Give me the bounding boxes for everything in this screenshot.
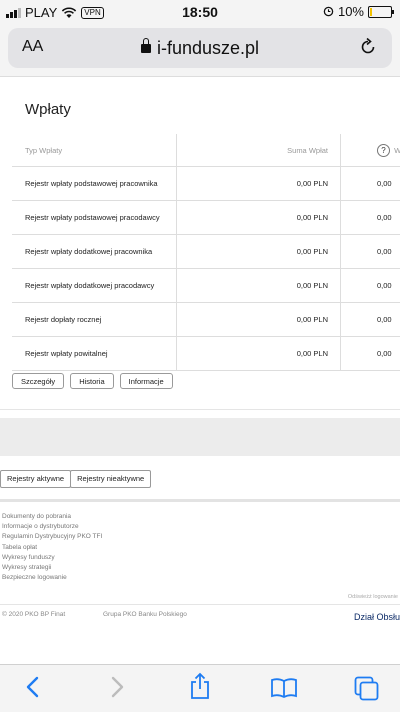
payment-next-cell: 0,00 [341, 269, 400, 303]
payment-next-cell: 0,00 [341, 337, 400, 371]
url-display[interactable]: i-fundusze.pl [8, 38, 392, 59]
payment-next-cell: 0,00 [341, 201, 400, 235]
footer-link[interactable]: Informacje o dystrybutorze [2, 522, 102, 532]
refresh-login-link[interactable]: Odświeżż logowanie [348, 594, 398, 600]
payment-type-cell: Rejestr dopłaty rocznej [12, 303, 177, 337]
copyright-text: © 2020 PKO BP Finat [2, 611, 65, 618]
footer-link[interactable]: Wykresy strategii [2, 563, 102, 573]
status-bar: PLAY VPN 18:50 10% [0, 0, 400, 24]
tab-inactive-registers[interactable]: Rejestry nieaktywne [70, 470, 151, 488]
history-button[interactable]: Historia [70, 373, 113, 389]
column-header-type: Typ Wpłaty [12, 134, 177, 167]
customer-service-link[interactable]: Dział Obsłu [354, 612, 400, 622]
tab-active-registers[interactable]: Rejestry aktywne [0, 470, 71, 488]
footer-link[interactable]: Dokumenty do pobrania [2, 512, 102, 522]
address-bar[interactable]: AA i-fundusze.pl [8, 28, 392, 68]
table-row[interactable]: Rejestr wpłaty dodatkowej pracodawcy 0,0… [12, 269, 400, 303]
back-icon[interactable] [24, 675, 42, 699]
lock-icon [141, 44, 151, 53]
column-header-next: ? W [341, 134, 400, 167]
payment-type-cell: Rejestr wpłaty podstawowej pracodawcy [12, 201, 177, 235]
footer-link[interactable]: Tabela opłat [2, 543, 102, 553]
help-icon[interactable]: ? [377, 144, 390, 157]
section-separator [0, 418, 400, 456]
battery-percent: 10% [338, 4, 364, 19]
tabs-icon[interactable] [354, 676, 380, 702]
url-text: i-fundusze.pl [157, 38, 259, 58]
table-header-row: Typ Wpłaty Suma Wpłat ? W [12, 134, 400, 167]
browser-address-area: AA i-fundusze.pl [0, 24, 400, 76]
footer-link[interactable]: Regulamin Dystrybucyjny PKO TFI [2, 532, 102, 542]
payment-sum-cell: 0,00 PLN [177, 337, 341, 371]
table-row[interactable]: Rejestr wpłaty dodatkowej pracownika 0,0… [12, 235, 400, 269]
forward-icon[interactable] [108, 675, 126, 699]
browser-toolbar [0, 664, 400, 712]
column-header-sum: Suma Wpłat [177, 134, 341, 167]
details-button[interactable]: Szczegóły [12, 373, 64, 389]
footer-links: Dokumenty do pobrania Informacje o dystr… [2, 512, 102, 583]
bookmarks-icon[interactable] [270, 677, 298, 699]
table-row[interactable]: Rejestr wpłaty podstawowej pracodawcy 0,… [12, 201, 400, 235]
table-row[interactable]: Rejestr dopłaty rocznej 0,00 PLN 0,00 [12, 303, 400, 337]
info-button[interactable]: Informacje [120, 373, 173, 389]
payment-sum-cell: 0,00 PLN [177, 269, 341, 303]
share-icon[interactable] [188, 672, 212, 700]
register-tabs: Rejestry aktywne Rejestry nieaktywne [0, 470, 151, 488]
group-text: Grupa PKO Banku Polskiego [103, 611, 187, 618]
payments-table: Typ Wpłaty Suma Wpłat ? W Rejestr wpłaty… [12, 134, 400, 371]
payment-sum-cell: 0,00 PLN [177, 167, 341, 201]
payment-next-cell: 0,00 [341, 167, 400, 201]
battery-icon [368, 6, 392, 18]
payment-next-cell: 0,00 [341, 303, 400, 337]
payment-type-cell: Rejestr wpłaty powitalnej [12, 337, 177, 371]
payment-sum-cell: 0,00 PLN [177, 303, 341, 337]
payment-type-cell: Rejestr wpłaty dodatkowej pracodawcy [12, 269, 177, 303]
footer-link[interactable]: Wykresy funduszy [2, 553, 102, 563]
payment-type-cell: Rejestr wpłaty dodatkowej pracownika [12, 235, 177, 269]
payment-actions: Szczegóły Historia Informacje [12, 373, 173, 389]
page-title: Wpłaty [25, 101, 71, 118]
footer-divider [0, 499, 400, 502]
footer-link[interactable]: Bezpieczne logowanie [2, 573, 102, 583]
payment-sum-cell: 0,00 PLN [177, 201, 341, 235]
payment-sum-cell: 0,00 PLN [177, 235, 341, 269]
status-right: 10% [323, 4, 392, 19]
footer-line [0, 604, 400, 605]
payment-type-cell: Rejestr wpłaty podstawowej pracownika [12, 167, 177, 201]
alarm-icon [323, 6, 334, 17]
table-row[interactable]: Rejestr wpłaty powitalnej 0,00 PLN 0,00 [12, 337, 400, 371]
payments-card: Wpłaty Typ Wpłaty Suma Wpłat ? W Rejestr… [0, 76, 400, 410]
table-row[interactable]: Rejestr wpłaty podstawowej pracownika 0,… [12, 167, 400, 201]
payment-next-cell: 0,00 [341, 235, 400, 269]
reload-icon[interactable] [358, 37, 378, 57]
